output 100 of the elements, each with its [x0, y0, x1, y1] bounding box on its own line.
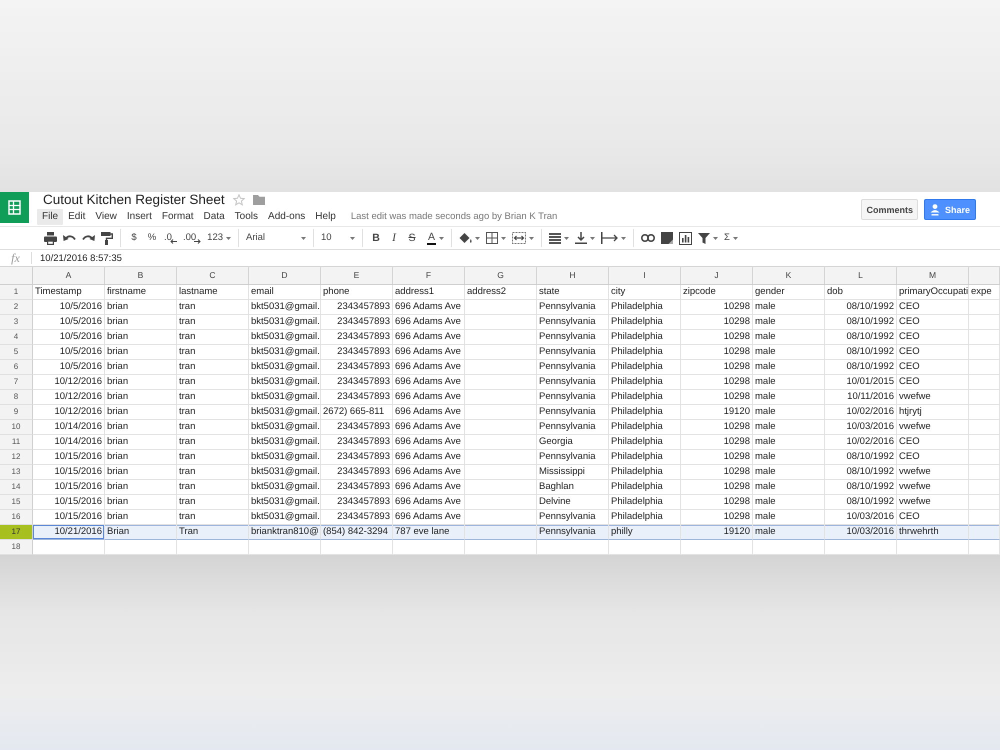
table-row[interactable]: 5 10/5/2016 brian tran bkt5031@gmail. 2343457893 696 Adams Ave Pennsylvania Philadelphia 10298 male 08/10/1992 CEO: [0, 345, 1000, 360]
toolbar-button[interactable]: .0: [164, 230, 177, 246]
row-header[interactable]: 7: [0, 375, 33, 390]
document-title[interactable]: Cutout Kitchen Register Sheet: [43, 192, 225, 207]
caret-icon: [564, 236, 570, 240]
arrow-right-icon: [194, 239, 202, 244]
menu-item[interactable]: Format: [156, 208, 199, 224]
last-edit-link[interactable]: Last edit was made seconds ago by Brian K Tran: [350, 211, 558, 222]
table-row[interactable]: 10 10/14/2016 brian tran bkt5031@gmail. 2343457893 696 Adams Ave Pennsylvania Philadelphia 10298 male 10/03/2016 vwefwe: [0, 420, 1000, 435]
caret-icon: [475, 236, 480, 240]
dropdown-button[interactable]: [486, 230, 506, 246]
person-icon: [930, 204, 940, 216]
menu-item[interactable]: Help: [310, 208, 341, 224]
toolbar-button[interactable]: %: [146, 230, 158, 246]
table-row[interactable]: 2 10/5/2016 brian tran bkt5031@gmail. 2343457893 696 Adams Ave Pennsylvania Philadelphia 10298 male 08/10/1992 CEO: [0, 300, 1000, 315]
row-header[interactable]: 14: [0, 480, 33, 495]
paint-roller-icon[interactable]: [101, 232, 113, 244]
star-icon[interactable]: [232, 194, 245, 206]
dropdown-button[interactable]: [601, 230, 626, 246]
row-header[interactable]: 2: [0, 300, 33, 315]
menu-item[interactable]: View: [90, 208, 122, 224]
caret-icon: [732, 236, 738, 240]
dropdown-field[interactable]: 10: [321, 230, 356, 246]
caret-icon: [590, 236, 596, 240]
row-header[interactable]: 12: [0, 450, 33, 465]
menu-item[interactable]: Add-ons: [263, 208, 310, 224]
table-row[interactable]: 1 Timestamp firstname lastname email phone address1 address2 state city zipcode gender dob primaryOccupati expe: [0, 285, 1000, 300]
caret-icon: [350, 236, 356, 240]
caret-icon: [529, 236, 534, 240]
table-row[interactable]: 12 10/15/2016 brian tran bkt5031@gmail. 2343457893 696 Adams Ave Pennsylvania Philadelphia 10298 male 08/10/1992 CEO: [0, 450, 1000, 465]
table-row[interactable]: 3 10/5/2016 brian tran bkt5031@gmail. 2343457893 696 Adams Ave Pennsylvania Philadelphia 10298 male 08/10/1992 CEO: [0, 315, 1000, 330]
bar-chart-icon[interactable]: [679, 232, 692, 244]
table-row[interactable]: 11 10/14/2016 brian tran bkt5031@gmail. 2343457893 696 Adams Ave Georgia Philadelphia 10298 male 10/02/2016 CEO: [0, 435, 1000, 450]
note-icon[interactable]: [661, 232, 674, 244]
table-row[interactable]: 18: [0, 540, 1000, 555]
toolbar-button[interactable]: .00: [182, 230, 202, 246]
row-header[interactable]: 10: [0, 420, 33, 435]
table-row[interactable]: 7 10/12/2016 brian tran bkt5031@gmail. 2343457893 696 Adams Ave Pennsylvania Philadelphia 10298 male 10/01/2015 CEO: [0, 375, 1000, 390]
dropdown-button[interactable]: 123: [207, 230, 232, 246]
dropdown-button[interactable]: Σ: [724, 230, 738, 246]
dropdown-field[interactable]: Arial: [246, 230, 306, 246]
arrow-down-line-icon: [575, 232, 588, 244]
table-row[interactable]: 4 10/5/2016 brian tran bkt5031@gmail. 2343457893 696 Adams Ave Pennsylvania Philadelphia 10298 male 08/10/1992 CEO: [0, 330, 1000, 345]
row-header[interactable]: 1: [0, 285, 33, 300]
redo-icon[interactable]: [82, 234, 95, 242]
comments-button[interactable]: Comments: [861, 199, 918, 220]
table-row[interactable]: 16 10/15/2016 brian tran bkt5031@gmail. 2343457893 696 Adams Ave Pennsylvania Philadelphia 10298 male 10/03/2016 CEO: [0, 510, 1000, 525]
row-header[interactable]: 6: [0, 360, 33, 375]
row-header[interactable]: 17: [0, 525, 33, 540]
menu-item[interactable]: Tools: [230, 208, 264, 224]
formula-input[interactable]: 10/21/2016 8:57:35: [40, 252, 122, 264]
printer-icon[interactable]: [44, 232, 57, 244]
caret-icon: [501, 236, 506, 240]
caret-icon: [713, 236, 718, 240]
link-icon[interactable]: [641, 234, 656, 242]
filter-icon: [698, 232, 710, 244]
table-row[interactable]: 15 10/15/2016 brian tran bkt5031@gmail. 2343457893 696 Adams Ave Delvine Philadelphia 10298 male 08/10/1992 vwefwe: [0, 495, 1000, 510]
table-row[interactable]: 9 10/12/2016 brian tran bkt5031@gmail. 2672) 665-811 696 Adams Ave Pennsylvania Philadelphia 19120 male 10/02/2016 htjrytj: [0, 405, 1000, 420]
caret-icon: [621, 236, 626, 240]
row-header[interactable]: 5: [0, 345, 33, 360]
arrow-left-icon: [170, 239, 177, 244]
dropdown-button[interactable]: [549, 230, 570, 246]
bold-button[interactable]: B: [370, 230, 382, 246]
table-row[interactable]: 8 10/12/2016 brian tran bkt5031@gmail. 2343457893 696 Adams Ave Pennsylvania Philadelphia 10298 male 10/11/2016 vwefwe: [0, 390, 1000, 405]
row-header[interactable]: 9: [0, 405, 33, 420]
formula-label: fx: [10, 252, 21, 264]
dropdown-button[interactable]: [459, 230, 480, 246]
dropdown-button[interactable]: [698, 230, 718, 246]
table-row[interactable]: 14 10/15/2016 brian tran bkt5031@gmail. 2343457893 696 Adams Ave Baghlan Philadelphia 10298 male 08/10/1992 vwefwe: [0, 480, 1000, 495]
menu-item[interactable]: Edit: [63, 208, 90, 224]
paint-bucket-icon: [459, 232, 472, 244]
row-header[interactable]: 3: [0, 315, 33, 330]
table-row[interactable]: 13 10/15/2016 brian tran bkt5031@gmail. 2343457893 696 Adams Ave Mississippi Philadelphia 10298 male 08/10/1992 vwefwe: [0, 465, 1000, 480]
toolbar-button[interactable]: $: [128, 230, 140, 246]
grid-icon: [486, 232, 498, 244]
row-header[interactable]: 11: [0, 435, 33, 450]
folder-icon[interactable]: [252, 194, 265, 204]
row-header[interactable]: 18: [0, 540, 33, 555]
merge-cells-icon: [512, 232, 526, 244]
dropdown-button[interactable]: [512, 230, 534, 246]
menu-item[interactable]: File: [37, 208, 64, 224]
row-header[interactable]: 8: [0, 390, 33, 405]
menu-item[interactable]: Insert: [122, 208, 157, 224]
text-color-button[interactable]: A: [427, 230, 444, 246]
table-row[interactable]: 17 10/21/2016 Brian Tran brianktran810@ (854) 842-3294 787 eve lane Pennsylvania philly 19120 male 10/03/2016 thrwehrth: [0, 525, 1000, 540]
row-header[interactable]: 4: [0, 330, 33, 345]
arrow-right-bar-icon: [601, 232, 618, 244]
caret-icon: [226, 236, 232, 240]
table-row[interactable]: 6 10/5/2016 brian tran bkt5031@gmail. 2343457893 696 Adams Ave Pennsylvania Philadelphia 10298 male 08/10/1992 CEO: [0, 360, 1000, 375]
row-header[interactable]: 13: [0, 465, 33, 480]
dropdown-button[interactable]: [575, 230, 596, 246]
undo-icon[interactable]: [63, 234, 76, 242]
row-header[interactable]: 15: [0, 495, 33, 510]
row-header[interactable]: 16: [0, 510, 33, 525]
italic-button[interactable]: I: [388, 230, 400, 246]
caret-icon: [439, 236, 444, 240]
menu-item[interactable]: Data: [198, 208, 230, 224]
caret-icon: [301, 236, 306, 240]
table-logo-icon[interactable]: [0, 192, 29, 223]
strikethrough-button[interactable]: S: [406, 230, 418, 246]
